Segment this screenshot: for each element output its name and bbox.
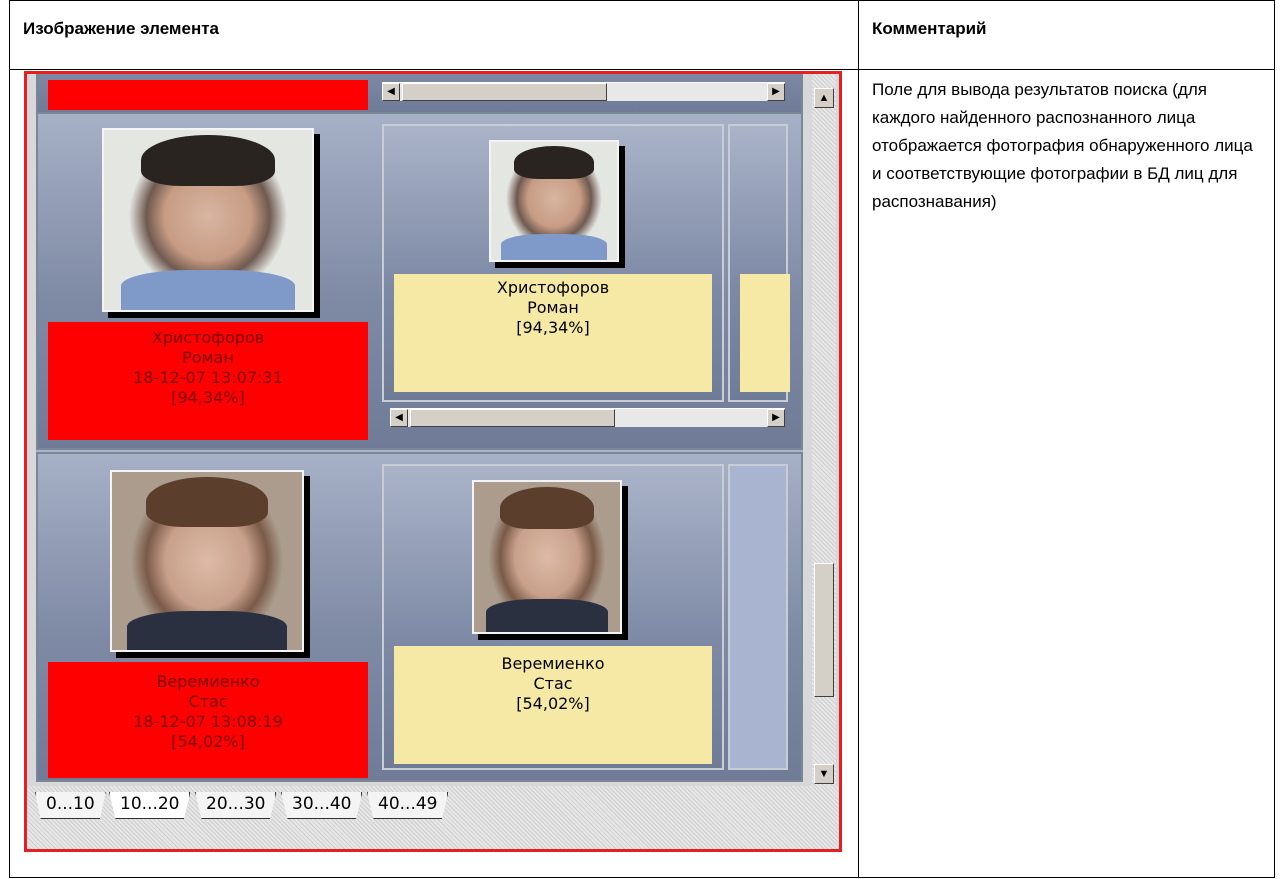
- detected-timestamp: 18-12-07 13:07:31: [133, 368, 283, 387]
- tab-page[interactable]: 20...30: [195, 792, 277, 819]
- tab-page[interactable]: 0...10: [35, 792, 106, 819]
- match-card[interactable]: Веремиенко Стас [54,02%]: [382, 464, 724, 770]
- match-similarity: [94,34%]: [516, 318, 590, 337]
- scroll-thumb[interactable]: [402, 83, 607, 101]
- match-hscroll-partial[interactable]: ◀ ▶: [382, 82, 785, 101]
- header-row: Изображение элемента Комментарий: [9, 0, 1275, 70]
- match-name-line1: Христофоров: [496, 278, 610, 297]
- result-row: Веремиенко Стас 18-12-07 13:08:19 [54,02…: [36, 452, 803, 782]
- hair-shape: [141, 135, 275, 186]
- match-face-photo: [472, 480, 622, 634]
- detected-name-line2: Роман: [182, 348, 234, 367]
- detected-timestamp: 18-12-07 13:08:19: [133, 712, 283, 731]
- hair-shape: [513, 145, 595, 179]
- match-label: Христофоров Роман [94,34%]: [394, 274, 712, 392]
- match-card-next[interactable]: [728, 464, 788, 770]
- scroll-left-button[interactable]: ◀: [390, 409, 408, 427]
- scroll-right-button[interactable]: ▶: [767, 409, 785, 427]
- detected-face-photo[interactable]: [102, 128, 314, 312]
- detected-name-line1: Христофоров: [151, 328, 265, 347]
- comment-cell: Поле для вывода результатов поиска (для …: [858, 69, 1275, 878]
- detected-label-partial: [48, 80, 368, 110]
- match-name-line2: Стас: [533, 674, 573, 693]
- match-name-line1: Веремиенко: [501, 654, 605, 673]
- search-results-panel: ◀ ▶ Христофоров Роман 18-12-07 13:07:31 …: [24, 71, 842, 852]
- match-card-next[interactable]: [728, 124, 790, 402]
- detected-name-line1: Веремиенко: [156, 672, 260, 691]
- scroll-thumb[interactable]: [410, 409, 615, 427]
- match-name-line2: Роман: [527, 298, 579, 317]
- detected-similarity: [94,34%]: [171, 388, 245, 407]
- detected-face-label: Христофоров Роман 18-12-07 13:07:31 [94,…: [48, 322, 368, 440]
- match-label: Веремиенко Стас [54,02%]: [394, 646, 712, 764]
- hair-shape: [146, 477, 268, 528]
- shirt-shape: [485, 599, 609, 632]
- detected-face-photo[interactable]: [110, 470, 304, 652]
- match-card[interactable]: Христофоров Роман [94,34%]: [382, 124, 724, 402]
- scroll-up-button[interactable]: ▲: [814, 88, 834, 108]
- hair-shape: [500, 486, 594, 529]
- detected-name-line2: Стас: [188, 692, 228, 711]
- page-tabs: 0...10 10...20 20...30 30...40 40...49: [27, 786, 839, 849]
- match-face-photo: [489, 140, 619, 262]
- tab-page[interactable]: 30...40: [281, 792, 363, 819]
- scroll-right-button[interactable]: ▶: [767, 83, 785, 101]
- result-row: Христофоров Роман 18-12-07 13:07:31 [94,…: [36, 112, 803, 450]
- scroll-down-button[interactable]: ▼: [814, 764, 834, 784]
- match-hscroll[interactable]: ◀ ▶: [390, 408, 785, 427]
- comment-text: Поле для вывода результатов поиска (для …: [872, 80, 1253, 211]
- results-viewport: ◀ ▶ Христофоров Роман 18-12-07 13:07:31 …: [36, 74, 803, 782]
- shirt-shape: [501, 234, 607, 260]
- shirt-shape: [127, 610, 287, 650]
- results-vscroll[interactable]: ▲ ▼: [812, 74, 836, 786]
- vscroll-thumb[interactable]: [814, 563, 834, 697]
- tab-page[interactable]: 40...49: [367, 792, 449, 819]
- result-row-partial: ◀ ▶: [36, 74, 803, 114]
- shirt-shape: [120, 270, 296, 310]
- comment-column-header: Комментарий: [858, 0, 1275, 70]
- tab-page[interactable]: 10...20: [109, 792, 191, 819]
- detected-similarity: [54,02%]: [171, 732, 245, 751]
- detected-face-label: Веремиенко Стас 18-12-07 13:08:19 [54,02…: [48, 662, 368, 778]
- image-column-header: Изображение элемента: [9, 0, 859, 70]
- match-similarity: [54,02%]: [516, 694, 590, 713]
- match-label-next: [740, 274, 790, 392]
- scroll-left-button[interactable]: ◀: [382, 83, 400, 101]
